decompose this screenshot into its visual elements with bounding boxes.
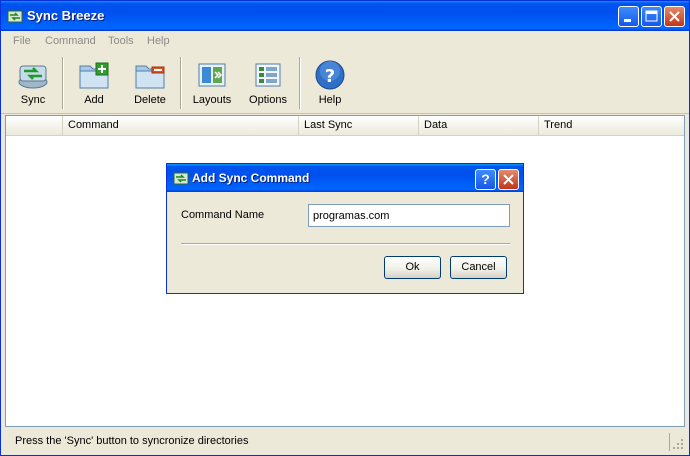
dialog-separator <box>181 243 510 245</box>
dialog-help-button[interactable]: ? <box>475 169 496 190</box>
layouts-label: Layouts <box>192 94 232 106</box>
sync-button[interactable]: Sync <box>9 54 57 110</box>
column-header-data[interactable]: Data <box>418 116 538 135</box>
svg-text:?: ? <box>325 66 335 87</box>
status-bar: Press the 'Sync' button to syncronize di… <box>1 429 689 455</box>
ok-button[interactable]: Ok <box>384 256 441 279</box>
help-button[interactable]: ? Help <box>307 54 353 110</box>
sync-label: Sync <box>20 94 46 106</box>
command-name-label: Command Name <box>181 209 265 221</box>
add-button[interactable]: Add <box>71 54 117 110</box>
menu-file[interactable]: File <box>13 35 31 47</box>
minimize-button[interactable] <box>618 6 639 27</box>
help-label: Help <box>318 94 342 106</box>
add-label: Add <box>84 94 104 106</box>
options-button[interactable]: Options <box>244 54 292 110</box>
sync-icon <box>18 65 48 89</box>
size-grip-icon <box>673 439 683 449</box>
dialog-title: Add Sync Command <box>192 171 310 185</box>
column-header-command[interactable]: Command <box>62 116 298 135</box>
list-header: Command Last Sync Data Trend <box>6 116 684 136</box>
size-grip[interactable] <box>669 433 686 451</box>
maximize-button[interactable] <box>641 6 662 27</box>
delete-button[interactable]: Delete <box>125 54 175 110</box>
menu-bar: File Command Tools Help <box>1 31 689 52</box>
layouts-icon <box>198 63 226 87</box>
column-header-last-sync[interactable]: Last Sync <box>298 116 418 135</box>
toolbar-separator <box>299 57 301 109</box>
menu-help[interactable]: Help <box>147 35 170 47</box>
close-icon <box>503 174 514 185</box>
command-name-input[interactable] <box>308 204 510 227</box>
column-header-trend[interactable]: Trend <box>538 116 678 135</box>
toolbar: Sync Add Delete Layouts Options ? Help <box>1 52 689 114</box>
dialog-close-button[interactable] <box>498 169 519 190</box>
layouts-button[interactable]: Layouts <box>188 54 236 110</box>
cancel-button[interactable]: Cancel <box>450 256 507 279</box>
dialog-title-bar[interactable]: Add Sync Command ? <box>167 164 523 192</box>
delete-folder-icon <box>135 65 165 89</box>
column-header-icon[interactable] <box>6 116 62 135</box>
app-icon <box>173 172 189 185</box>
delete-label: Delete <box>134 94 166 106</box>
close-icon <box>669 11 680 22</box>
app-icon <box>7 10 23 23</box>
minimize-icon <box>624 19 631 22</box>
menu-command[interactable]: Command <box>45 35 96 47</box>
title-bar[interactable]: Sync Breeze <box>1 1 689 31</box>
add-sync-command-dialog: Add Sync Command ? Command Name Ok Cance… <box>166 163 524 294</box>
options-icon <box>255 63 281 87</box>
toolbar-separator <box>180 57 182 109</box>
help-icon: ? <box>315 60 345 90</box>
status-text: Press the 'Sync' button to syncronize di… <box>15 435 249 447</box>
window-title: Sync Breeze <box>27 8 105 23</box>
add-folder-icon <box>79 62 109 89</box>
toolbar-separator <box>62 57 64 109</box>
menu-tools[interactable]: Tools <box>108 35 134 47</box>
options-label: Options <box>249 94 287 106</box>
maximize-icon <box>645 10 658 22</box>
close-button[interactable] <box>664 6 685 27</box>
